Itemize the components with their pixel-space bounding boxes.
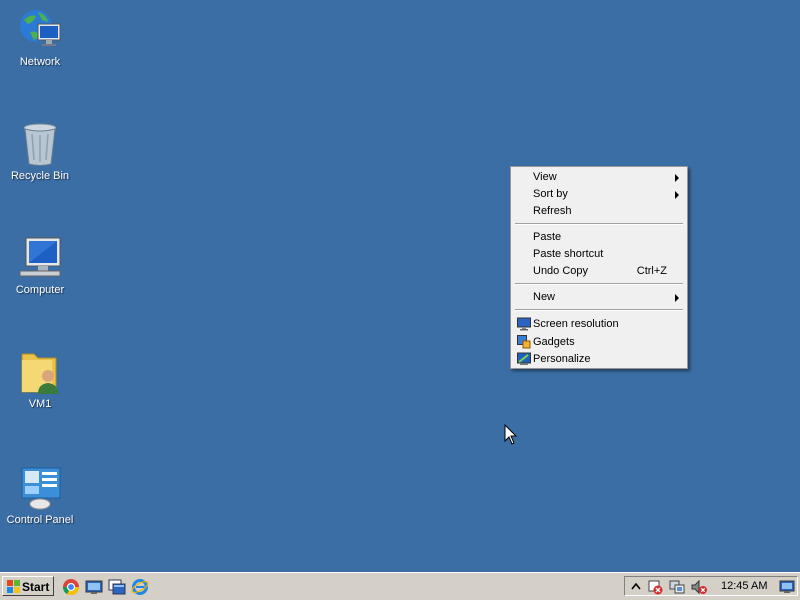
user-folder-icon	[21, 353, 58, 394]
network-icon	[20, 10, 61, 46]
chrome-icon[interactable]	[62, 578, 80, 596]
submenu-arrow-icon	[675, 294, 679, 302]
menu-item-screen-resolution[interactable]: Screen resolution	[513, 316, 685, 333]
menu-separator	[515, 309, 683, 311]
menu-item-refresh[interactable]: Refresh	[513, 203, 685, 220]
start-label: Start	[22, 580, 50, 594]
menu-item-paste-shortcut[interactable]: Paste shortcut	[513, 246, 685, 263]
taskbar: Start 12:45 AM	[0, 572, 800, 600]
menu-item-label: Sort by	[533, 188, 568, 200]
desktop-icon-label: VM1	[28, 398, 52, 410]
desktop-icon-label: Network	[19, 56, 61, 68]
menu-item-undo-copy[interactable]: Undo Copy Ctrl+Z	[513, 263, 685, 280]
gadgets-icon	[517, 335, 531, 349]
windows-logo-icon	[7, 580, 20, 593]
personalize-icon	[517, 352, 531, 365]
menu-item-label: Refresh	[533, 205, 572, 217]
network-status-icon[interactable]	[669, 579, 685, 595]
desktop-icon-label: Computer	[15, 284, 65, 296]
recycle-bin-icon	[23, 123, 57, 166]
desktop-icon-control-panel[interactable]: Control Panel	[0, 464, 80, 527]
menu-item-label: View	[533, 171, 557, 183]
submenu-arrow-icon	[675, 191, 679, 199]
menu-item-label: Undo Copy	[533, 265, 589, 277]
desktop-icon-vm1[interactable]: VM1	[0, 348, 80, 411]
menu-item-label: Personalize	[533, 353, 591, 365]
internet-explorer-icon[interactable]	[131, 578, 149, 596]
action-center-icon[interactable]	[647, 579, 663, 595]
menu-item-label: Screen resolution	[533, 318, 619, 330]
menu-item-sort-by[interactable]: Sort by	[513, 186, 685, 203]
menu-item-label: New	[533, 291, 556, 303]
clock[interactable]: 12:45 AM	[721, 577, 767, 595]
menu-separator	[515, 283, 683, 285]
menu-item-new[interactable]: New	[513, 289, 685, 306]
volume-muted-icon[interactable]	[691, 579, 707, 595]
desktop-icon-computer[interactable]: Computer	[0, 234, 80, 297]
desktop-context-menu: View Sort by Refresh Paste Paste shortcu…	[510, 166, 688, 369]
switch-windows-icon[interactable]	[108, 578, 126, 596]
menu-item-shortcut: Ctrl+Z	[636, 265, 667, 277]
show-hidden-icons-icon[interactable]	[628, 579, 644, 595]
desktop-icon-label: Recycle Bin	[10, 170, 70, 182]
computer-icon	[19, 237, 61, 277]
menu-item-label: Gadgets	[533, 336, 575, 348]
show-desktop-icon[interactable]	[85, 578, 103, 596]
menu-item-label: Paste	[533, 231, 562, 243]
mouse-cursor-icon	[504, 424, 518, 445]
desktop-icon-network[interactable]: Network	[0, 6, 80, 69]
desktop-icon-recycle-bin[interactable]: Recycle Bin	[0, 120, 80, 183]
screen-resolution-icon	[517, 317, 531, 331]
control-panel-icon	[21, 467, 61, 510]
menu-item-view[interactable]: View	[513, 169, 685, 186]
start-button[interactable]: Start	[2, 576, 54, 596]
submenu-arrow-icon	[675, 174, 679, 182]
system-tray: 12:45 AM	[624, 576, 798, 596]
menu-item-gadgets[interactable]: Gadgets	[513, 334, 685, 351]
desktop-icon-label: Control Panel	[6, 514, 74, 526]
menu-separator	[515, 223, 683, 225]
menu-item-personalize[interactable]: Personalize	[513, 351, 685, 368]
desktop-preview-icon[interactable]	[779, 579, 795, 595]
menu-item-paste[interactable]: Paste	[513, 229, 685, 246]
menu-item-label: Paste shortcut	[533, 248, 604, 260]
